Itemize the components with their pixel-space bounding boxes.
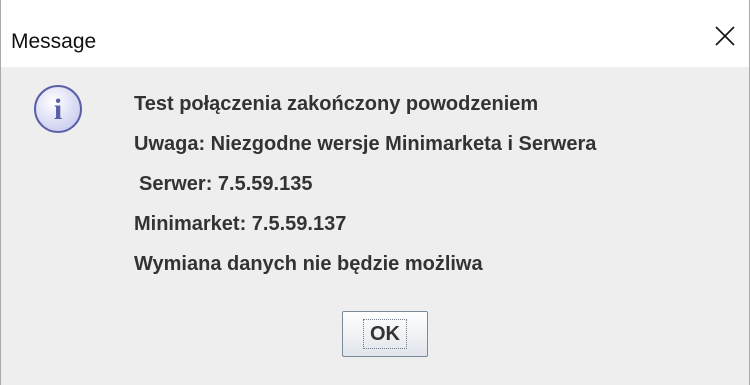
svg-text:i: i — [54, 93, 62, 126]
close-icon — [715, 26, 735, 46]
message-line: Wymiana danych nie będzie możliwa — [134, 253, 483, 275]
dialog-title: Message — [11, 30, 97, 53]
message-text: Test połączenia zakończony powodzeniem U… — [134, 92, 596, 292]
info-icon: i — [34, 85, 82, 133]
message-line: Uwaga: Niezgodne wersje Minimarketa i Se… — [134, 133, 597, 155]
ok-button[interactable]: OK — [342, 311, 428, 357]
close-button[interactable] — [701, 14, 749, 58]
message-line: Test połączenia zakończony powodzeniem — [134, 93, 539, 115]
ok-button-label: OK — [363, 319, 407, 349]
title-bar[interactable]: Message — [1, 0, 749, 67]
dialog-body: i Test połączenia zakończony powodzeniem… — [1, 67, 749, 385]
message-line: Serwer: 7.5.59.135 — [139, 173, 313, 195]
message-line: Minimarket: 7.5.59.137 — [134, 213, 347, 235]
message-dialog: Message i Test połączenia zakończony pow… — [0, 0, 750, 385]
